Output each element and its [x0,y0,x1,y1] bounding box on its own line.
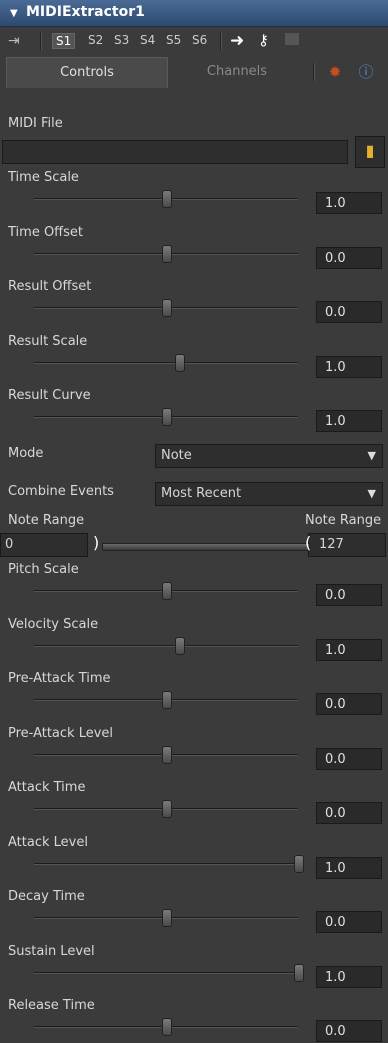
slider-track[interactable] [34,644,298,647]
toolbar-divider [220,32,222,50]
slider-label: Pitch Scale [8,562,79,577]
slider-value-input[interactable]: 0.0 [316,747,382,770]
slider-value-input[interactable]: 1.0 [316,410,382,432]
slider-thumb[interactable] [162,800,172,818]
slot-s4[interactable]: S4 [140,33,155,47]
slider-label: Pre-Attack Level [8,725,114,741]
slider-label: Pre-Attack Time [8,671,111,686]
combine-events-dropdown[interactable]: Most Recent ▼ [155,482,383,506]
key-icon[interactable]: ⚷ [258,31,269,49]
slider-value-input[interactable]: 1.0 [316,192,382,214]
tab-channels[interactable]: Channels [170,57,304,87]
combine-events-value: Most Recent [161,486,242,501]
dropdown-arrow-icon: ▼ [367,449,376,462]
slider-value-input[interactable]: 1.0 [316,965,382,988]
slider-value-input[interactable]: 1.0 [316,638,382,661]
tool-header[interactable]: ▼ MIDIExtractor1 [0,0,388,27]
slider-value-input[interactable]: 0.0 [316,246,382,269]
slider-value-input[interactable]: 0.0 [316,301,382,323]
slider-thumb[interactable] [162,691,172,709]
settings-gear-icon[interactable]: ✹ [325,62,345,82]
mode-value: Note [161,448,192,463]
midi-file-label: MIDI File [8,116,63,131]
note-range-low-input[interactable]: 0 [0,533,88,557]
slider-thumb[interactable] [175,636,186,655]
combine-events-label: Combine Events [8,484,114,499]
slider-label: Attack Level [8,834,88,850]
slot-s2[interactable]: S2 [88,33,103,47]
slider-value-input[interactable]: 0.0 [316,802,382,824]
slider-track[interactable] [34,862,298,865]
tab-divider [313,63,315,81]
slider-label: Velocity Scale [8,616,99,632]
slider-thumb[interactable] [162,299,172,317]
arrow-right-icon[interactable]: ➜ [230,31,244,51]
note-range-track[interactable] [102,543,310,551]
slider-thumb[interactable] [162,408,172,426]
slider-track[interactable] [34,361,298,364]
tool-title: MIDIExtractor1 [26,4,145,20]
midi-file-input[interactable] [2,140,348,164]
note-range-high-label: Note Range [305,513,382,528]
collapse-triangle-icon[interactable]: ▼ [10,8,18,19]
slider-value-input[interactable]: 0.0 [316,1020,382,1042]
slider-label: Time Scale [8,170,79,185]
browse-folder-icon[interactable]: ▮ [355,136,385,168]
range-handle-high[interactable]: ( [305,533,311,552]
slider-label: Result Scale [8,333,88,349]
slider-value-input[interactable]: 0.0 [316,911,382,933]
note-range-high-input[interactable]: 127 [308,533,386,557]
slider-thumb[interactable] [162,582,172,600]
tab-bar: Controls Channels ✹ ⓘ [0,57,388,88]
mode-dropdown[interactable]: Note ▼ [155,444,383,468]
slider-label: Release Time [8,998,95,1013]
dropdown-arrow-icon: ▼ [367,487,376,500]
slider-thumb[interactable] [162,745,172,764]
note-range-low-label: Note Range [8,513,85,528]
slot-s1[interactable]: S1 [52,33,76,49]
slot-s3[interactable]: S3 [114,33,129,47]
slider-thumb[interactable] [175,353,186,372]
slot-s6[interactable]: S6 [192,33,207,47]
slider-track[interactable] [34,971,298,974]
slider-value-input[interactable]: 1.0 [316,355,382,378]
range-handle-low[interactable]: ) [93,533,99,552]
slider-label: Attack Time [8,780,86,795]
slider-thumb[interactable] [162,244,172,263]
info-icon[interactable]: ⓘ [356,62,376,82]
slider-label: Result Offset [8,279,92,294]
slider-label: Time Offset [8,224,84,240]
pin-icon[interactable]: ⇥ [8,33,20,49]
slider-value-input[interactable]: 0.0 [316,693,382,715]
slider-thumb[interactable] [162,909,172,927]
slot-s5[interactable]: S5 [166,33,181,47]
slider-label: Sustain Level [8,943,95,959]
slider-thumb[interactable] [162,190,172,208]
slider-value-input[interactable]: 0.0 [316,584,382,606]
toolbar: ⇥ S1 S2 S3 S4 S5 S6 ➜ ⚷ [0,27,388,55]
disabled-icon[interactable] [285,33,299,45]
slider-thumb[interactable] [294,854,304,873]
slider-value-input[interactable]: 1.0 [316,856,382,879]
slider-label: Decay Time [8,889,85,904]
toolbar-divider [40,32,42,50]
slider-thumb[interactable] [294,963,304,982]
mode-label: Mode [8,446,44,461]
slider-thumb[interactable] [162,1018,172,1036]
slider-label: Result Curve [8,388,91,403]
tab-controls[interactable]: Controls [6,57,168,88]
